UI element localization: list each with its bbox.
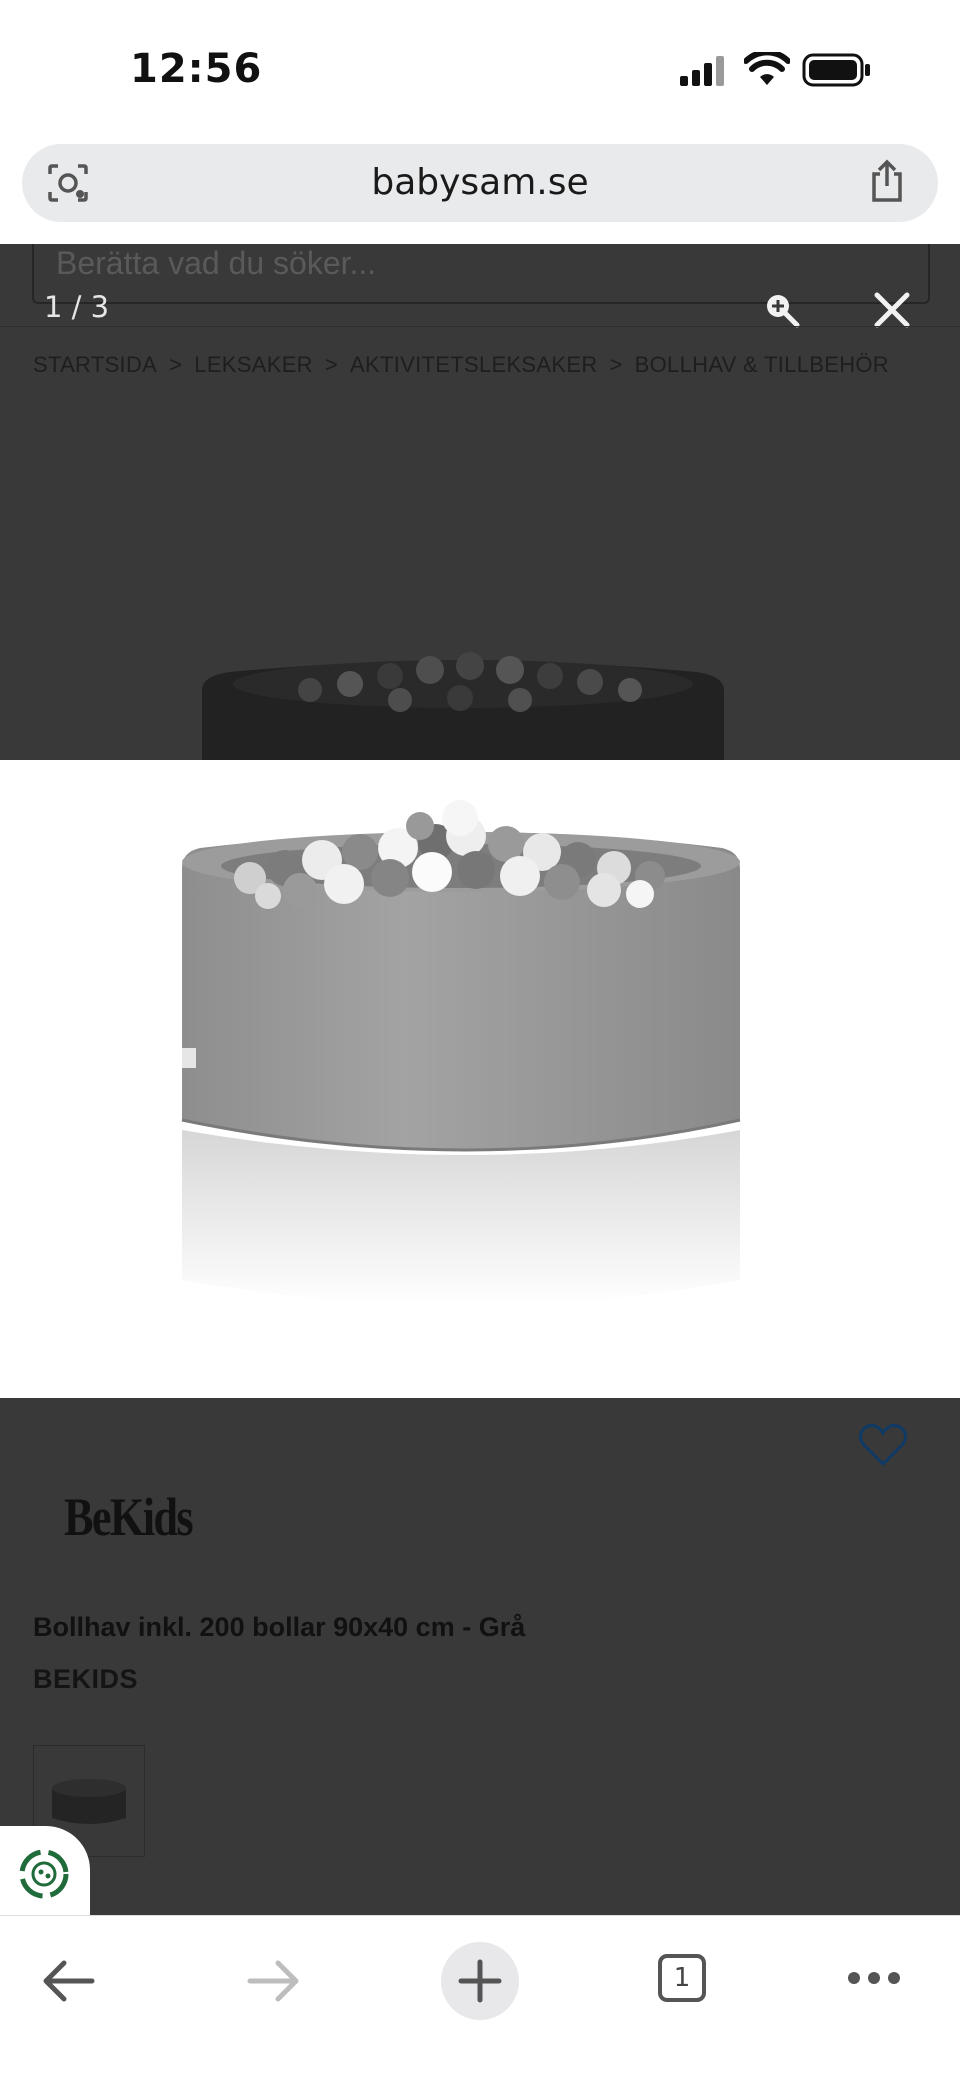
tab-count: 1 (673, 1963, 691, 1993)
new-tab-plus-icon (458, 1959, 502, 2003)
breadcrumb-separator: > (609, 352, 623, 377)
background-product-image (202, 652, 724, 760)
ball-pit-image (181, 800, 741, 1305)
breadcrumb-leksaker[interactable]: LEKSAKER (194, 352, 313, 377)
lightbox-image[interactable] (0, 760, 960, 1398)
url-text[interactable]: babysam.se (22, 144, 938, 222)
heart-icon[interactable] (858, 1422, 908, 1468)
battery-icon (802, 53, 870, 87)
tabs-button[interactable]: 1 (658, 1954, 706, 2002)
breadcrumb-bollhav[interactable]: BOLLHAV & TILLBEHÖR (635, 352, 889, 377)
search-placeholder: Berätta vad du söker... (56, 245, 377, 281)
address-bar[interactable]: babysam.se (22, 144, 938, 222)
browser-toolbar: 1 (0, 1915, 960, 2087)
breadcrumb: STARTSIDA > LEKSAKER > AKTIVITETSLEKSAKER > BO… (33, 352, 897, 378)
screenshot-lens-icon[interactable] (46, 162, 90, 204)
new-tab-button[interactable] (441, 1942, 519, 2020)
product-brand[interactable]: BEKIDS (33, 1664, 138, 1695)
gallery-counter: 1 / 3 (44, 290, 110, 324)
status-time: 12:56 (130, 46, 263, 92)
header-divider (0, 326, 960, 327)
back-arrow-icon[interactable] (40, 1958, 96, 2004)
brand-logo: BeKids (64, 1487, 194, 1547)
breadcrumb-startsida[interactable]: STARTSIDA (33, 352, 157, 377)
more-icon[interactable] (846, 1968, 902, 1988)
close-icon[interactable] (872, 290, 912, 330)
product-title: Bollhav inkl. 200 bollar 90x40 cm - Grå (33, 1612, 526, 1642)
breadcrumb-separator: > (324, 352, 339, 377)
forward-arrow-icon[interactable] (246, 1958, 302, 2004)
breadcrumb-aktivitetsleksaker[interactable]: AKTIVITETSLEKSAKER (350, 352, 597, 377)
wifi-icon (744, 52, 790, 85)
recycle-badge[interactable] (0, 1826, 90, 1916)
cellular-signal-icon (680, 56, 724, 86)
zoom-in-icon[interactable] (764, 292, 800, 328)
recycle-icon (19, 1849, 69, 1899)
share-icon[interactable] (868, 158, 906, 204)
breadcrumb-separator: > (169, 352, 183, 377)
